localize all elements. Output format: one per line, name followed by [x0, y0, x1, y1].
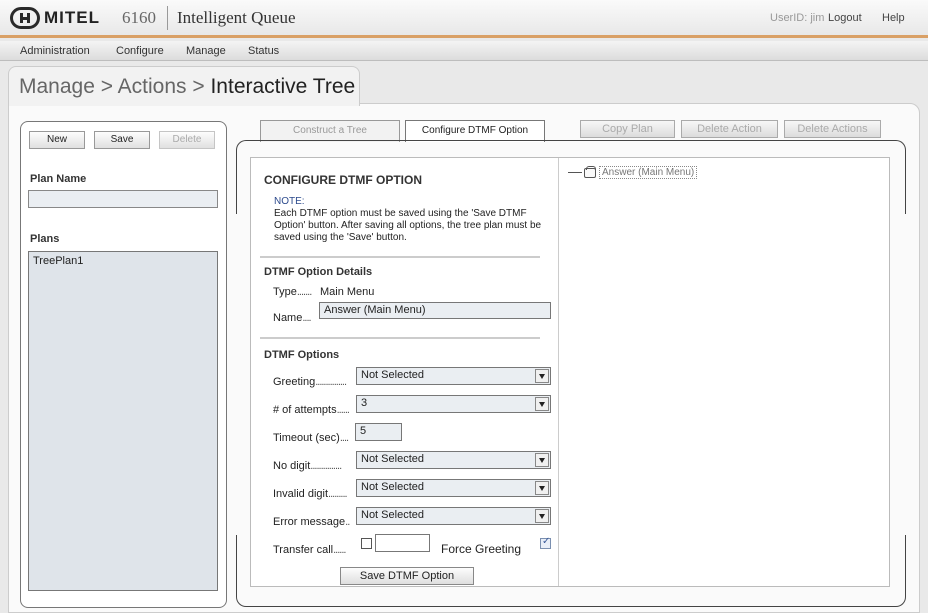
- mitel-logo: MITEL: [10, 7, 100, 29]
- section-divider-2: [260, 337, 540, 339]
- error-message-label-text: Error message: [273, 516, 346, 528]
- save-dtmf-option-button[interactable]: Save DTMF Option: [340, 567, 474, 585]
- transfer-call-checkbox[interactable]: [361, 538, 372, 549]
- nav-configure[interactable]: Configure: [116, 45, 164, 57]
- no-digit-label: No digit...............: [273, 460, 342, 472]
- transfer-call-input[interactable]: [375, 534, 430, 552]
- attempts-select[interactable]: 3: [356, 395, 551, 413]
- no-digit-label-text: No digit: [273, 460, 311, 472]
- brand-name: MITEL: [44, 8, 100, 27]
- timeout-label-text: Timeout (sec): [273, 432, 340, 444]
- plan-name-label: Plan Name: [30, 173, 87, 185]
- user-id: UserID: jim: [770, 12, 825, 24]
- timeout-input[interactable]: 5: [355, 423, 402, 441]
- product-number: 6160: [122, 8, 156, 27]
- breadcrumb: Manage > Actions > Interactive Tree: [19, 75, 355, 99]
- chevron-down-icon[interactable]: [535, 509, 549, 523]
- tab-configure-dtmf[interactable]: Configure DTMF Option: [405, 120, 545, 142]
- breadcrumb-path: Manage > Actions >: [19, 75, 211, 98]
- name-label-text: Name: [273, 312, 303, 324]
- options-title: DTMF Options: [264, 349, 340, 361]
- save-button[interactable]: Save: [94, 131, 150, 149]
- chevron-down-icon[interactable]: [535, 369, 549, 383]
- transfer-call-label: Transfer call......: [273, 544, 346, 556]
- tree-node[interactable]: Answer (Main Menu): [568, 165, 698, 179]
- greeting-label-text: Greeting: [273, 376, 316, 388]
- error-message-select[interactable]: Not Selected: [356, 507, 551, 525]
- nav-administration[interactable]: Administration: [20, 45, 90, 57]
- phone-icon: [584, 165, 596, 178]
- note-text: Each DTMF option must be saved using the…: [274, 208, 542, 243]
- attempts-label-text: # of attempts: [273, 404, 337, 416]
- copy-plan-button[interactable]: Copy Plan: [580, 120, 675, 138]
- error-message-select-value: Not Selected: [361, 509, 424, 521]
- invalid-digit-select-value: Not Selected: [361, 481, 424, 493]
- attempts-select-value: 3: [361, 397, 368, 409]
- timeout-label: Timeout (sec)....: [273, 432, 349, 444]
- tab-construct-tree[interactable]: Construct a Tree: [260, 120, 400, 142]
- tree-node-label[interactable]: Answer (Main Menu): [599, 166, 698, 179]
- attempts-label: # of attempts......: [273, 404, 350, 416]
- delete-action-button[interactable]: Delete Action: [681, 120, 778, 138]
- header-divider: [167, 6, 168, 30]
- type-label: Type.......: [273, 286, 312, 298]
- plans-list[interactable]: TreePlan1: [28, 251, 218, 591]
- details-title: DTMF Option Details: [264, 266, 373, 278]
- chevron-down-icon[interactable]: [535, 481, 549, 495]
- nav-status[interactable]: Status: [248, 45, 279, 57]
- chevron-down-icon[interactable]: [535, 453, 549, 467]
- mitel-logo-icon: [10, 7, 40, 29]
- main-nav: Administration Configure Manage Status: [0, 41, 928, 61]
- force-greeting-label: Force Greeting: [441, 542, 522, 556]
- new-button[interactable]: New: [29, 131, 85, 149]
- delete-button[interactable]: Delete: [159, 131, 215, 149]
- invalid-digit-label-text: Invalid digit: [273, 488, 329, 500]
- logout-link[interactable]: Logout: [828, 12, 862, 24]
- product-name: Intelligent Queue: [177, 8, 296, 27]
- plan-name-input[interactable]: [28, 190, 218, 208]
- invalid-digit-label: Invalid digit.........: [273, 488, 348, 500]
- section-divider: [260, 256, 540, 258]
- invalid-digit-select[interactable]: Not Selected: [356, 479, 551, 497]
- delete-actions-button[interactable]: Delete Actions: [784, 120, 881, 138]
- name-label: Name....: [273, 312, 312, 324]
- page-title: Interactive Tree: [210, 75, 356, 98]
- type-label-text: Type: [273, 286, 297, 298]
- help-link[interactable]: Help: [882, 12, 905, 24]
- form-title: CONFIGURE DTMF OPTION: [264, 173, 422, 187]
- force-greeting-checkbox[interactable]: [540, 536, 551, 549]
- name-input[interactable]: Answer (Main Menu): [319, 302, 551, 319]
- transfer-call-label-text: Transfer call: [273, 544, 334, 556]
- panel-divider: [558, 158, 559, 586]
- nav-manage[interactable]: Manage: [186, 45, 226, 57]
- type-value: Main Menu: [320, 286, 375, 298]
- chevron-down-icon[interactable]: [535, 397, 549, 411]
- app-header: MITEL 6160 Intelligent Queue UserID: jim…: [0, 0, 928, 38]
- greeting-select-value: Not Selected: [361, 369, 424, 381]
- no-digit-select[interactable]: Not Selected: [356, 451, 551, 469]
- error-message-label: Error message..: [273, 516, 350, 528]
- tree-connector: [568, 172, 582, 173]
- note-heading: NOTE:: [274, 196, 305, 207]
- plan-item[interactable]: TreePlan1: [33, 255, 83, 267]
- plans-label: Plans: [30, 233, 60, 245]
- greeting-select[interactable]: Not Selected: [356, 367, 551, 385]
- greeting-label: Greeting...............: [273, 376, 347, 388]
- no-digit-select-value: Not Selected: [361, 453, 424, 465]
